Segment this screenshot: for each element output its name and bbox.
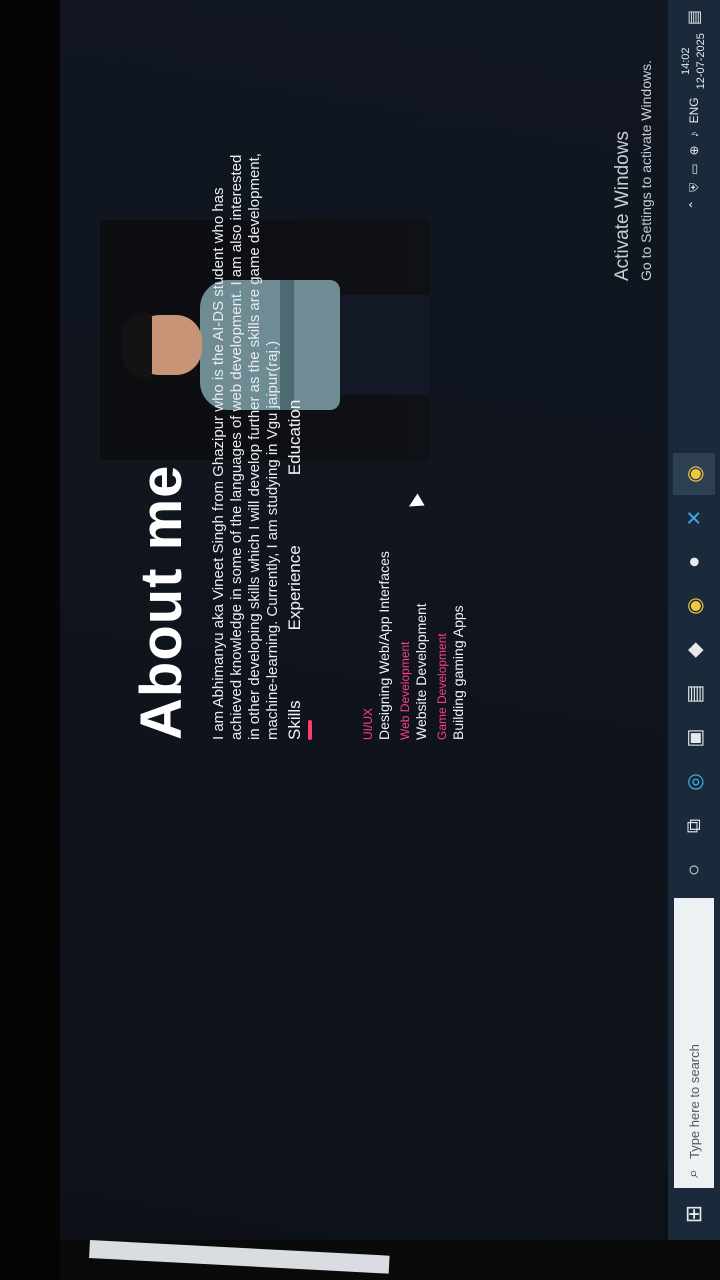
tab-education[interactable]: Education [285, 400, 305, 476]
windows-icon[interactable]: ⊞ [668, 1188, 720, 1240]
skill-detail: Designing Web/App Interfaces [376, 551, 392, 740]
watermark-title: Activate Windows [612, 131, 633, 281]
tab-skills[interactable]: Skills [285, 700, 305, 740]
clock-date: 12-07-2025 [695, 33, 707, 90]
screen: About me I am Abhimanyu aka Vineet Singh… [60, 0, 720, 1240]
skill-detail: Building gaming Apps [450, 605, 466, 740]
battery-icon[interactable]: ▭ [687, 163, 701, 174]
task-view-icon[interactable]: ⧉ [673, 805, 715, 847]
taskbar: ⊞ ⌕ Type here to search ○ ⧉ ◎ ▣ ▤ ◆ ◉ ● … [668, 0, 720, 1240]
edge-icon[interactable]: ◎ [673, 761, 715, 803]
person-legs [340, 295, 430, 395]
search-box[interactable]: ⌕ Type here to search [674, 898, 714, 1188]
volume-icon[interactable]: ♪ [687, 131, 701, 137]
skill-category: Game Development [435, 633, 449, 740]
system-tray: ⌃ ⛨ ▭ ⊕ ♪ ENG 14:02 12-07-2025 ▤ [679, 0, 709, 210]
clock[interactable]: 14:02 12-07-2025 [679, 33, 709, 89]
search-icon: ⌕ [685, 1169, 702, 1178]
app-icon[interactable]: ● [673, 541, 715, 583]
skill-category: Web Development [398, 641, 412, 741]
person-hair [122, 312, 152, 378]
bio-text: I am Abhimanyu aka Vineet Singh from Gha… [210, 153, 281, 740]
chrome-icon[interactable]: ◉ [673, 585, 715, 627]
store-icon[interactable]: ▣ [673, 717, 715, 759]
cortana-icon[interactable]: ○ [673, 849, 715, 891]
page-title: About me [129, 464, 194, 740]
files-icon[interactable]: ▤ [673, 673, 715, 715]
chevron-up-icon[interactable]: ⌃ [687, 200, 701, 210]
notes-icon[interactable]: ◆ [673, 629, 715, 671]
search-placeholder: Type here to search [686, 1044, 702, 1160]
chrome-icon[interactable]: ◉ [673, 453, 715, 495]
security-icon[interactable]: ⛨ [687, 183, 702, 192]
skill-detail: Website Development [413, 603, 429, 740]
clock-time: 14:02 [680, 47, 692, 76]
active-tab-indicator [308, 720, 312, 740]
language-indicator[interactable]: ENG [687, 97, 701, 123]
person-stripe [280, 280, 294, 410]
activation-watermark: Activate Windows Go to Settings to activ… [612, 60, 654, 281]
tab-bar: Skills Experience Education [285, 400, 305, 740]
monitor-bezel [0, 0, 60, 1280]
mouse-cursor [405, 493, 425, 513]
skills-list: UI/UX Designing Web/App Interfaces Web D… [360, 551, 471, 740]
vscode-icon[interactable]: ✕ [673, 497, 715, 539]
tab-experience[interactable]: Experience [285, 545, 305, 630]
network-icon[interactable]: ⊕ [687, 145, 701, 155]
skill-category: UI/UX [361, 707, 375, 740]
notification-icon[interactable]: ▤ [684, 10, 704, 25]
watermark-subtitle: Go to Settings to activate Windows. [638, 60, 654, 281]
